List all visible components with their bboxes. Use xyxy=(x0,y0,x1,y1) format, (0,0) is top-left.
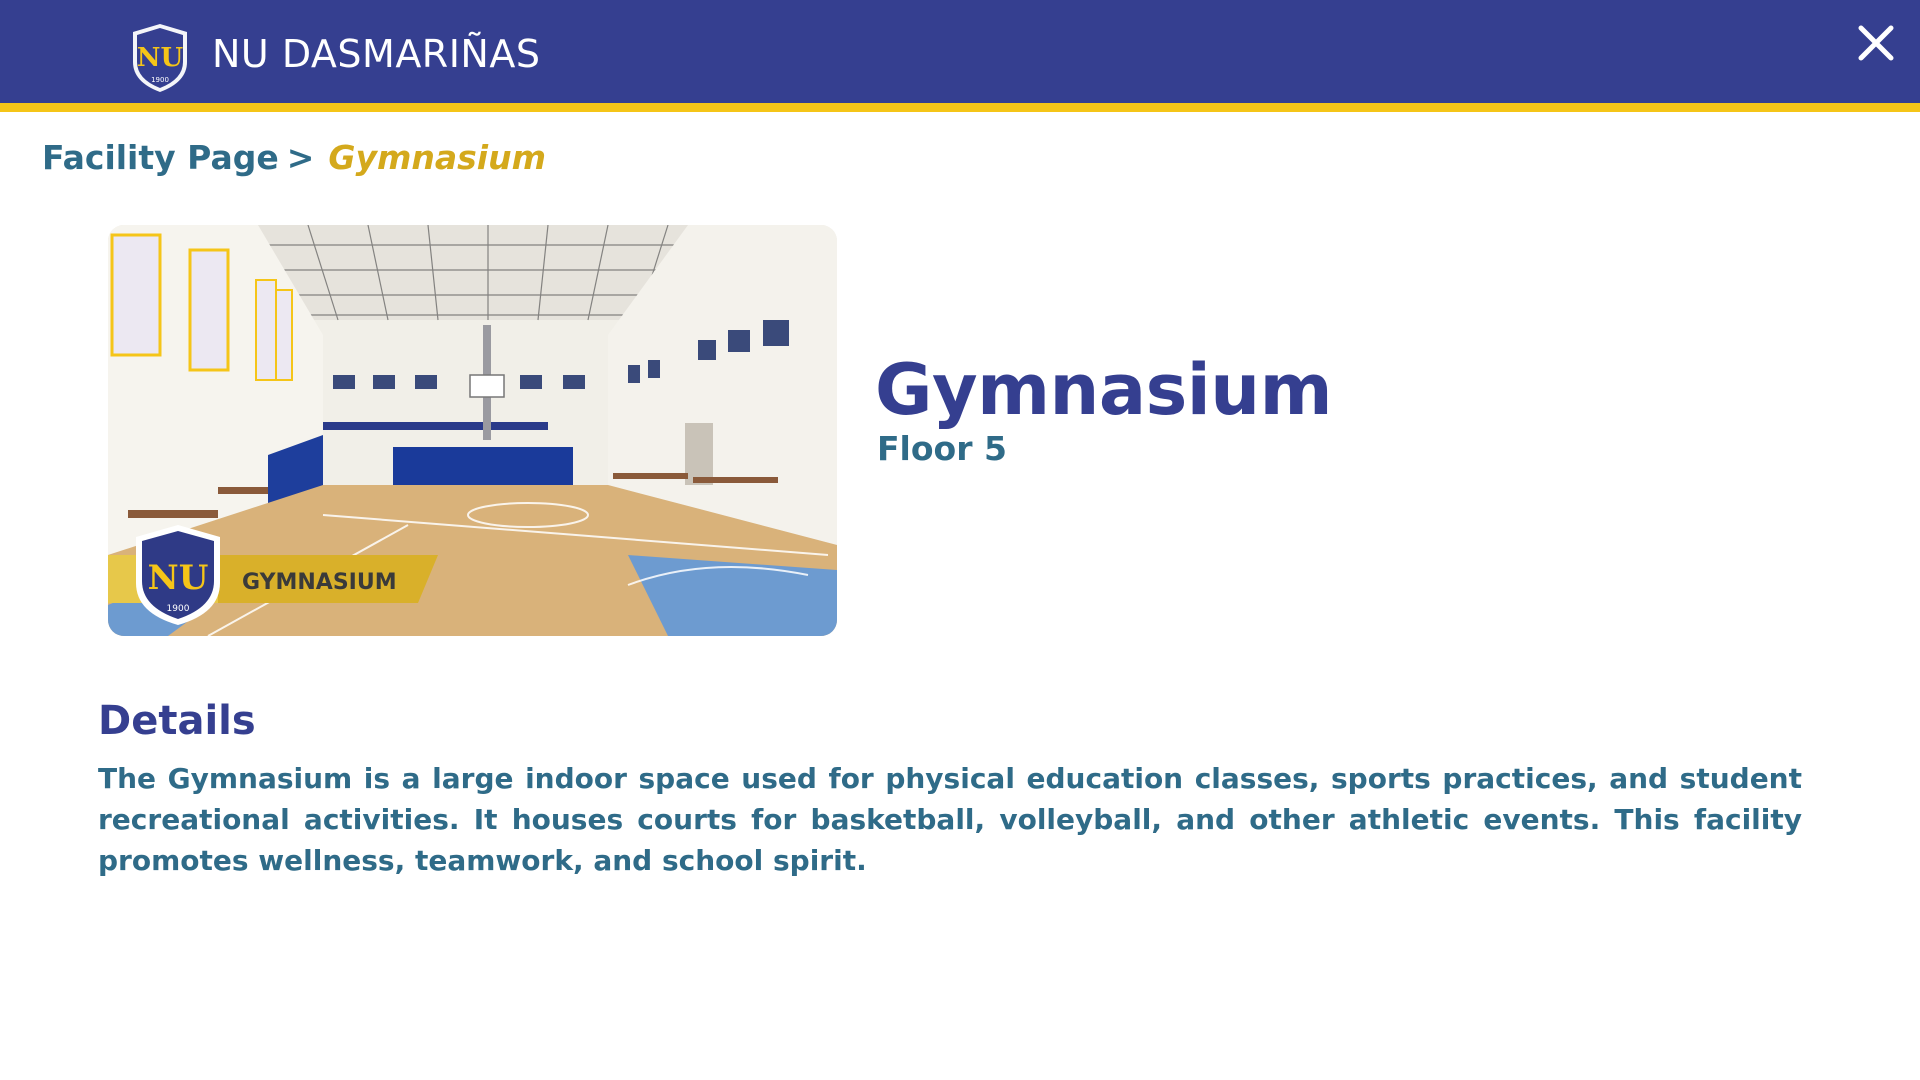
breadcrumb: Facility Page > Gymnasium xyxy=(42,136,546,180)
svg-text:1900: 1900 xyxy=(151,76,169,84)
svg-text:1900: 1900 xyxy=(167,604,190,614)
svg-text:NU: NU xyxy=(137,43,184,73)
facility-photo: GYMNASIUM NU 1900 xyxy=(108,225,837,636)
photo-banner-label: GYMNASIUM xyxy=(242,570,397,595)
details-description: The Gymnasium is a large indoor space us… xyxy=(98,762,1802,877)
close-icon[interactable] xyxy=(1855,22,1897,64)
facility-title: Gymnasium xyxy=(875,349,1333,431)
top-header-bar: NU 1900 NU DASMARIÑAS xyxy=(0,0,1920,112)
svg-text:NU: NU xyxy=(148,558,209,598)
facility-floor: Floor 5 xyxy=(877,429,1007,468)
breadcrumb-current: Gymnasium xyxy=(328,138,546,177)
breadcrumb-facility-page-link[interactable]: Facility Page xyxy=(42,138,279,177)
app-brand-title: NU DASMARIÑAS xyxy=(212,32,541,76)
breadcrumb-separator: > xyxy=(286,138,315,177)
details-heading: Details xyxy=(98,698,256,744)
nu-shield-logo: NU 1900 xyxy=(129,22,191,94)
